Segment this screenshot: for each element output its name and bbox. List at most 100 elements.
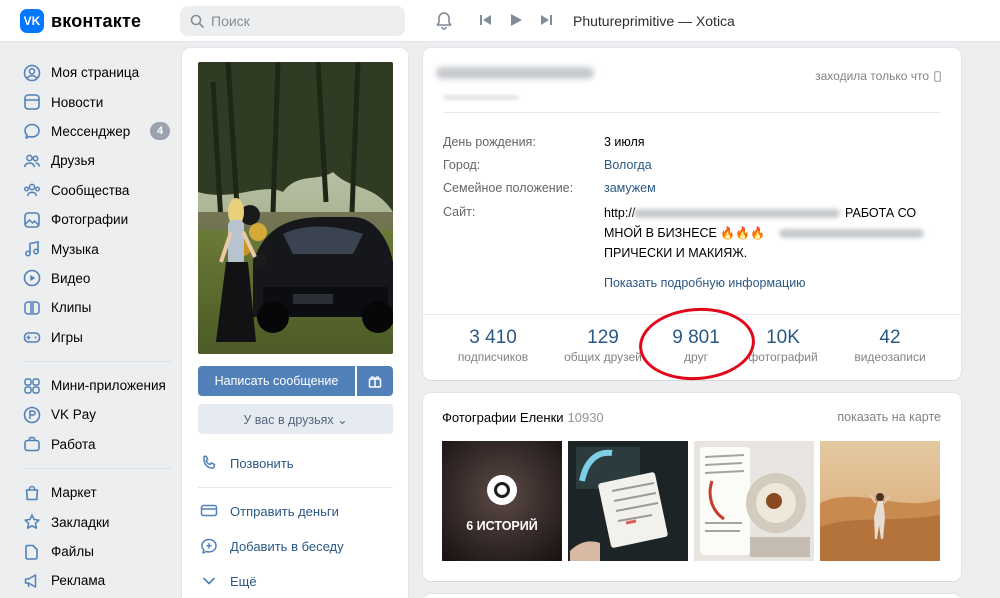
add-to-chat-action[interactable]: Добавить в беседу xyxy=(200,537,344,555)
send-message-button[interactable]: Написать сообщение xyxy=(198,366,355,396)
nav-item-messenger[interactable]: Мессенджер 4 xyxy=(20,117,180,146)
unread-badge: 4 xyxy=(150,122,170,141)
nav-label: Музыка xyxy=(51,241,99,257)
money-transfer-icon xyxy=(200,504,218,517)
friends-icon xyxy=(22,151,42,171)
user-icon xyxy=(22,63,42,83)
nav-item-communities[interactable]: Сообщества xyxy=(20,176,180,205)
counter-value: 129 xyxy=(587,327,619,348)
birthday-label: День рождения: xyxy=(443,135,536,149)
stories-icon xyxy=(487,475,517,505)
photo-thumbnail[interactable] xyxy=(820,441,940,561)
nav-item-work[interactable]: Работа xyxy=(20,430,180,459)
stories-tile[interactable]: 6 ИСТОРИЙ xyxy=(442,441,562,561)
profile-counters: 3 410 подписчиков 129 общих друзей 9 801… xyxy=(423,314,961,380)
action-label: Добавить в беседу xyxy=(230,538,344,554)
nav-label: Фотографии xyxy=(51,212,129,228)
show-on-map-link[interactable]: показать на карте xyxy=(837,410,941,424)
call-action[interactable]: Позвонить xyxy=(200,454,294,472)
photos-header[interactable]: Фотографии Еленки 10930 xyxy=(442,410,604,425)
show-full-info-link[interactable]: Показать подробную информацию xyxy=(604,276,806,290)
nav-item-my-page[interactable]: Моя страница xyxy=(20,58,180,87)
counter-friends[interactable]: 9 801 друг xyxy=(646,327,746,364)
nav-label: Клипы xyxy=(51,300,92,316)
counter-label: видеозаписи xyxy=(854,350,926,364)
communities-icon xyxy=(22,180,42,200)
counter-videos[interactable]: 42 видеозаписи xyxy=(840,327,940,364)
photo-thumbnail[interactable] xyxy=(694,441,814,561)
more-actions[interactable]: Ещё xyxy=(200,572,257,590)
nav-label: Работа xyxy=(51,436,96,452)
briefcase-icon xyxy=(22,434,42,454)
action-divider xyxy=(198,487,393,488)
shopping-bag-icon xyxy=(22,483,42,503)
nav-item-vk-pay[interactable]: VK Pay xyxy=(20,400,180,429)
counter-mutual-friends[interactable]: 129 общих друзей xyxy=(553,327,653,364)
counter-label: друг xyxy=(684,350,708,364)
nav-item-clips[interactable]: Клипы xyxy=(20,293,180,322)
photos-title: Фотографии Еленки xyxy=(442,410,564,425)
star-icon xyxy=(22,512,42,532)
nav-item-bookmarks[interactable]: Закладки xyxy=(20,507,180,536)
site-text-1: РАБОТА СО xyxy=(845,206,917,220)
birthday-value[interactable]: 3 июля xyxy=(604,135,645,149)
online-status: заходила только что xyxy=(815,69,941,83)
city-value[interactable]: Вологда xyxy=(604,158,652,172)
action-label: Позвонить xyxy=(230,455,294,471)
now-playing-track[interactable]: Phutureprimitive — Xotica xyxy=(573,13,735,29)
counter-value: 3 410 xyxy=(469,327,517,348)
nav-item-market[interactable]: Маркет xyxy=(20,478,180,507)
profile-avatar-card: Написать сообщение У вас в друзьях ⌄ Поз… xyxy=(182,48,408,598)
counter-value: 9 801 xyxy=(672,327,720,348)
photos-card: Фотографии Еленки 10930 показать на карте… xyxy=(423,393,961,581)
nav-label: Мини-приложения xyxy=(51,378,166,394)
chevron-down-icon xyxy=(203,577,215,585)
action-label: Отправить деньги xyxy=(230,503,339,519)
send-money-action[interactable]: Отправить деньги xyxy=(200,502,339,520)
counter-followers[interactable]: 3 410 подписчиков xyxy=(443,327,543,364)
nav-item-games[interactable]: Игры xyxy=(20,323,180,352)
next-track-icon[interactable] xyxy=(540,14,552,26)
nav-item-music[interactable]: Музыка xyxy=(20,234,180,263)
in-friends-dropdown[interactable]: У вас в друзьях ⌄ xyxy=(198,404,393,434)
bell-icon[interactable] xyxy=(435,11,453,31)
relationship-value[interactable]: замужем xyxy=(604,181,656,195)
nav-item-news[interactable]: Новости xyxy=(20,87,180,116)
photo-thumbnail[interactable] xyxy=(568,441,688,561)
site-url-prefix: http:// xyxy=(604,206,636,220)
nav-label: Закладки xyxy=(51,514,110,530)
nav-label: Видео xyxy=(51,270,91,286)
mobile-phone-icon xyxy=(934,70,941,82)
gift-button[interactable] xyxy=(357,366,393,396)
site-text-3: ПРИЧЕСКИ И МАКИЯЖ. xyxy=(604,246,748,260)
left-navigation: Моя страница Новости Мессенджер 4 Друзья… xyxy=(20,58,180,596)
counter-label: подписчиков xyxy=(457,350,529,364)
previous-track-icon[interactable] xyxy=(480,14,492,26)
play-icon[interactable] xyxy=(509,13,523,27)
search-input[interactable] xyxy=(211,13,391,29)
clips-icon xyxy=(22,298,42,318)
counter-photos[interactable]: 10K фотографий xyxy=(733,327,833,364)
nav-label: Новости xyxy=(51,94,104,110)
website-value[interactable]: http:// РАБОТА СО МНОЙ В БИЗНЕСЕ 🔥🔥🔥 ПРИ… xyxy=(604,203,934,263)
website-label: Сайт: xyxy=(443,205,476,219)
profile-photo[interactable] xyxy=(198,62,393,354)
nav-item-ads[interactable]: Реклама xyxy=(20,566,180,595)
vk-logo[interactable]: VK вконтакте xyxy=(20,9,141,33)
profile-name-redacted xyxy=(436,67,594,79)
nav-item-photos[interactable]: Фотографии xyxy=(20,205,180,234)
add-to-chat-icon xyxy=(201,538,217,554)
site-text-2: МНОЙ В БИЗНЕСЕ xyxy=(604,226,717,240)
nav-item-friends[interactable]: Друзья xyxy=(20,146,180,175)
gift-icon xyxy=(368,376,382,388)
nav-item-files[interactable]: Файлы xyxy=(20,537,180,566)
nav-item-mini-apps[interactable]: Мини-приложения xyxy=(20,371,180,400)
nav-item-video[interactable]: Видео xyxy=(20,264,180,293)
search-box[interactable] xyxy=(180,6,405,36)
counter-label: общих друзей xyxy=(564,350,642,364)
nav-label: Мессенджер xyxy=(51,123,131,139)
gamepad-icon xyxy=(22,327,42,347)
counter-value: 42 xyxy=(879,327,901,348)
logo-text: вконтакте xyxy=(51,10,142,31)
nav-divider xyxy=(22,360,172,362)
